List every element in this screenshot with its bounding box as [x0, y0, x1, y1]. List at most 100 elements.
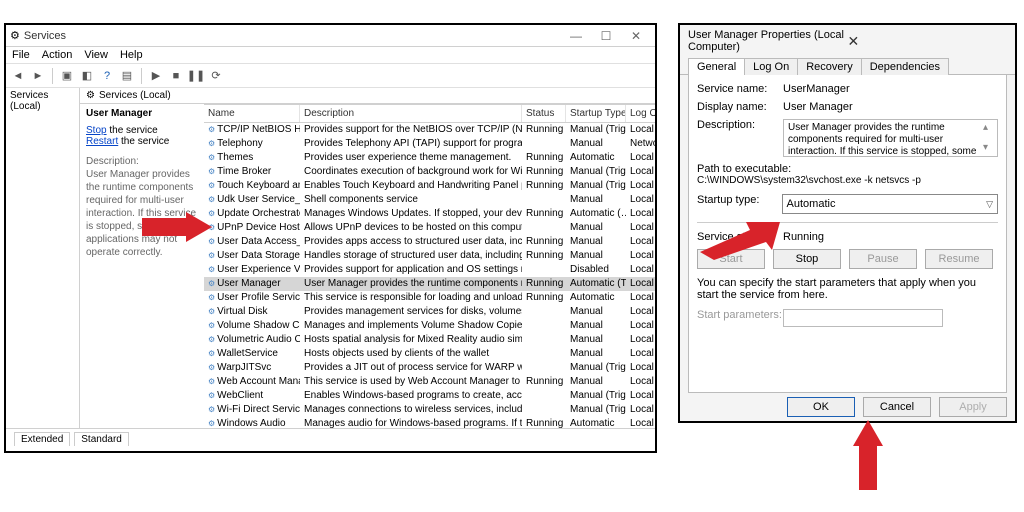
table-row[interactable]: ⚙Touch Keyboard and Hand…Enables Touch K…: [204, 179, 655, 193]
table-row[interactable]: ⚙Time BrokerCoordinates execution of bac…: [204, 165, 655, 179]
detail-pane: User Manager Stop the service Restart th…: [80, 104, 204, 428]
table-row[interactable]: ⚙Volumetric Audio Composit…Hosts spatial…: [204, 333, 655, 347]
properties-dialog: User Manager Properties (Local Computer)…: [678, 23, 1017, 423]
table-row[interactable]: ⚙Volume Shadow CopyManages and implement…: [204, 319, 655, 333]
table-row[interactable]: ⚙TCP/IP NetBIOS HelperProvides support f…: [204, 123, 655, 137]
tab-standard[interactable]: Standard: [74, 432, 129, 446]
toolbar-icon[interactable]: ▤: [119, 68, 135, 84]
table-row[interactable]: ⚙TelephonyProvides Telephony API (TAPI) …: [204, 137, 655, 151]
play-button[interactable]: ▶: [148, 68, 164, 84]
description-box[interactable]: User Manager provides the runtime compon…: [783, 119, 998, 157]
apply-button[interactable]: Apply: [939, 397, 1007, 417]
toolbar-icon[interactable]: ▣: [59, 68, 75, 84]
table-row[interactable]: ⚙User ManagerUser Manager provides the r…: [204, 277, 655, 291]
table-row[interactable]: ⚙UPnP Device HostAllows UPnP devices to …: [204, 221, 655, 235]
table-row[interactable]: ⚙User Experience Virtualizati…Provides s…: [204, 263, 655, 277]
menu-file[interactable]: File: [12, 49, 30, 61]
gear-icon: ⚙: [208, 251, 215, 260]
col-description[interactable]: Description: [300, 105, 522, 122]
dialog-titlebar[interactable]: User Manager Properties (Local Computer)…: [680, 25, 1015, 57]
scope-label: Services (Local): [99, 90, 171, 101]
help-icon[interactable]: ?: [99, 68, 115, 84]
table-row[interactable]: ⚙ThemesProvides user experience theme ma…: [204, 151, 655, 165]
gear-icon: ⚙: [86, 90, 95, 101]
stop-service-link[interactable]: Stop: [86, 125, 107, 136]
table-row[interactable]: ⚙User Data Storage_10bb3f60Handles stora…: [204, 249, 655, 263]
table-row[interactable]: ⚙WebClientEnables Windows-based programs…: [204, 389, 655, 403]
minimize-button[interactable]: —: [561, 26, 591, 46]
pause-button[interactable]: ❚❚: [188, 68, 204, 84]
gear-icon: ⚙: [208, 307, 215, 316]
close-button[interactable]: ✕: [621, 26, 651, 46]
tab-logon[interactable]: Log On: [744, 58, 798, 75]
table-row[interactable]: ⚙User Data Access_10bb3f60Provides apps …: [204, 235, 655, 249]
gear-icon: ⚙: [208, 363, 215, 372]
back-button[interactable]: ◄: [10, 68, 26, 84]
tab-general[interactable]: General: [688, 58, 745, 75]
table-row[interactable]: ⚙WarpJITSvcProvides a JIT out of process…: [204, 361, 655, 375]
label-description: Description:: [697, 119, 783, 131]
start-parameters-input[interactable]: [783, 309, 943, 327]
resume-button[interactable]: Resume: [925, 249, 993, 269]
services-title: Services: [24, 30, 561, 42]
pause-button[interactable]: Pause: [849, 249, 917, 269]
services-grid[interactable]: Name Description Status Startup Type Log…: [204, 104, 655, 428]
cancel-button[interactable]: Cancel: [863, 397, 931, 417]
value-path: C:\WINDOWS\system32\svchost.exe -k netsv…: [697, 175, 998, 186]
table-row[interactable]: ⚙Wi-Fi Direct Services Conne…Manages con…: [204, 403, 655, 417]
tree-pane[interactable]: Services (Local): [6, 88, 80, 428]
gear-icon: ⚙: [208, 391, 215, 400]
gear-icon: ⚙: [208, 405, 215, 414]
col-status[interactable]: Status: [522, 105, 566, 122]
tab-extended[interactable]: Extended: [14, 432, 70, 446]
col-startup[interactable]: Startup Type: [566, 105, 626, 122]
tab-dependencies[interactable]: Dependencies: [861, 58, 949, 75]
start-button[interactable]: Start: [697, 249, 765, 269]
startup-type-combo[interactable]: Automatic ▽: [782, 194, 998, 214]
desc-label: Description:: [86, 155, 198, 168]
gear-icon: ⚙: [208, 139, 215, 148]
detail-heading: User Manager: [86, 108, 198, 119]
stop-button[interactable]: ■: [168, 68, 184, 84]
close-button[interactable]: ✕: [848, 33, 1008, 50]
menu-help[interactable]: Help: [120, 49, 143, 61]
scrollbar-icon[interactable]: ▴▾: [983, 122, 995, 154]
table-row[interactable]: ⚙WalletServiceHosts objects used by clie…: [204, 347, 655, 361]
restart-link-line: Restart the service: [86, 136, 198, 147]
value-service-status: Running: [783, 231, 998, 243]
col-name[interactable]: Name: [204, 105, 300, 122]
menu-action[interactable]: Action: [42, 49, 73, 61]
dialog-tabs: General Log On Recovery Dependencies: [680, 57, 1015, 75]
menu-view[interactable]: View: [84, 49, 108, 61]
gear-icon: ⚙: [208, 335, 215, 344]
value-display-name: User Manager: [783, 101, 998, 113]
bottom-tabs: Extended Standard: [6, 428, 655, 448]
services-titlebar[interactable]: ⚙ Services — ☐ ✕: [6, 25, 655, 47]
col-logon[interactable]: Log On As: [626, 105, 655, 122]
label-startup-type: Startup type:: [697, 194, 782, 206]
table-row[interactable]: ⚙Udk User Service_10bb3f60Shell componen…: [204, 193, 655, 207]
grid-header[interactable]: Name Description Status Startup Type Log…: [204, 104, 655, 123]
tab-recovery[interactable]: Recovery: [797, 58, 861, 75]
annotation-arrow-icon: [853, 420, 883, 490]
gear-icon: ⚙: [208, 349, 215, 358]
table-row[interactable]: ⚙Virtual DiskProvides management service…: [204, 305, 655, 319]
table-row[interactable]: ⚙Windows AudioManages audio for Windows-…: [204, 417, 655, 428]
gear-icon: ⚙: [208, 125, 215, 134]
gear-icon: ⚙: [208, 167, 215, 176]
gear-icon: ⚙: [208, 419, 215, 428]
toolbar-icon[interactable]: ◧: [79, 68, 95, 84]
gear-icon: ⚙: [208, 321, 215, 330]
tree-root[interactable]: Services (Local): [10, 90, 75, 112]
forward-button[interactable]: ►: [30, 68, 46, 84]
restart-button[interactable]: ⟳: [208, 68, 224, 84]
table-row[interactable]: ⚙User Profile ServiceThis service is res…: [204, 291, 655, 305]
table-row[interactable]: ⚙Web Account ManagerThis service is used…: [204, 375, 655, 389]
restart-service-link[interactable]: Restart: [86, 136, 118, 147]
stop-button[interactable]: Stop: [773, 249, 841, 269]
ok-button[interactable]: OK: [787, 397, 855, 417]
maximize-button[interactable]: ☐: [591, 26, 621, 46]
gear-icon: ⚙: [208, 279, 215, 288]
table-row[interactable]: ⚙Update Orchestrator ServiceManages Wind…: [204, 207, 655, 221]
label-path: Path to executable:: [697, 163, 998, 175]
